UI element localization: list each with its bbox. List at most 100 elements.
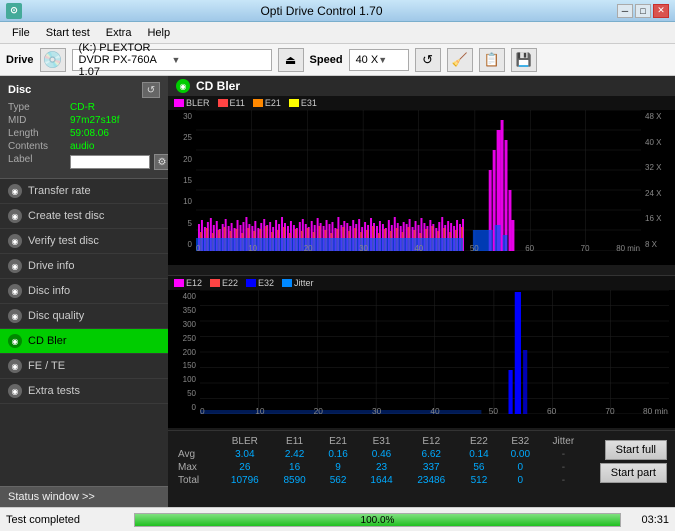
cdbler-title: CD Bler <box>196 79 240 93</box>
drivebar: Drive 💿 (K:) PLEXTOR DVDR PX-760A 1.07 ▼… <box>0 44 675 76</box>
legend-e22-label: E22 <box>222 278 238 288</box>
row-total-e11: 8590 <box>272 474 318 487</box>
legend-e21-label: E21 <box>265 98 281 108</box>
y-label-20: 20 <box>168 155 194 164</box>
y2-200: 200 <box>168 348 198 357</box>
svg-text:60: 60 <box>525 244 534 251</box>
verify-test-disc-icon: ◉ <box>8 234 22 248</box>
content-area: ◉ CD Bler BLER E11 E21 E <box>168 76 675 507</box>
sidebar-item-cd-bler-label: CD Bler <box>28 335 67 347</box>
status-window-button[interactable]: Status window >> <box>0 486 168 507</box>
row-avg-e31: 0.46 <box>359 448 405 461</box>
sidebar-item-extra-tests[interactable]: ◉ Extra tests <box>0 379 168 404</box>
row-total-e31: 1644 <box>359 474 405 487</box>
sidebar-item-cd-bler[interactable]: ◉ CD Bler <box>0 329 168 354</box>
row-max-bler: 26 <box>218 461 272 474</box>
sidebar-item-disc-quality[interactable]: ◉ Disc quality <box>0 304 168 329</box>
chart2-svg: 0 10 20 30 40 50 60 70 80 min <box>200 290 669 414</box>
disc-type-row: Type CD-R <box>8 102 160 113</box>
menu-help[interactable]: Help <box>139 25 178 41</box>
chart2-area: 0 50 100 150 200 250 300 350 400 <box>168 290 675 428</box>
disc-label-row: Label ⚙ <box>8 154 160 170</box>
sidebar-item-drive-info[interactable]: ◉ Drive info <box>0 254 168 279</box>
row-max-e22: 56 <box>458 461 499 474</box>
copy-button[interactable]: 📋 <box>479 48 505 72</box>
close-button[interactable]: ✕ <box>653 4 669 18</box>
yr-24x: 24 X <box>643 189 675 198</box>
y2-100: 100 <box>168 375 198 384</box>
speed-select[interactable]: 40 X ▼ <box>349 49 409 71</box>
sidebar-item-disc-info[interactable]: ◉ Disc info <box>0 279 168 304</box>
y2-0: 0 <box>168 403 198 412</box>
table-wrap: BLER E11 E21 E31 E12 E22 E32 Jitter Avg <box>168 431 592 491</box>
legend-bler-label: BLER <box>186 98 210 108</box>
row-avg-e11: 2.42 <box>272 448 318 461</box>
y-label-15: 15 <box>168 176 194 185</box>
row-avg-bler: 3.04 <box>218 448 272 461</box>
minimize-button[interactable]: ─ <box>617 4 633 18</box>
start-full-button[interactable]: Start full <box>605 440 667 460</box>
row-avg-e21: 0.16 <box>317 448 358 461</box>
drive-select[interactable]: (K:) PLEXTOR DVDR PX-760A 1.07 ▼ <box>72 49 272 71</box>
disc-contents-row: Contents audio <box>8 141 160 152</box>
drive-icon: 💿 <box>40 48 66 72</box>
disc-title: Disc <box>8 84 31 96</box>
chart1-y-labels-right: 8 X 16 X 24 X 32 X 40 X 48 X <box>643 110 675 251</box>
menu-extra[interactable]: Extra <box>98 25 140 41</box>
erase-button[interactable]: 🧹 <box>447 48 473 72</box>
col-header-e22: E22 <box>458 435 499 448</box>
row-avg-e32: 0.00 <box>500 448 541 461</box>
legend-e31-label: E31 <box>301 98 317 108</box>
speed-value: 40 X <box>356 54 379 66</box>
disc-mid-val: 97m27s18f <box>70 115 119 126</box>
row-total-e21: 562 <box>317 474 358 487</box>
sidebar-item-transfer-rate[interactable]: ◉ Transfer rate <box>0 179 168 204</box>
row-total-label: Total <box>174 474 218 487</box>
eject-button[interactable]: ⏏ <box>278 48 304 72</box>
legend-e32: E32 <box>246 278 274 288</box>
disc-contents-val: audio <box>70 141 94 152</box>
refresh-button[interactable]: ↺ <box>415 48 441 72</box>
sidebar-item-drive-info-label: Drive info <box>28 260 74 272</box>
window-controls: ─ □ ✕ <box>617 4 669 18</box>
svg-text:40: 40 <box>430 407 440 414</box>
row-avg-e22: 0.14 <box>458 448 499 461</box>
sidebar-item-verify-test-disc[interactable]: ◉ Verify test disc <box>0 229 168 254</box>
col-header-e12: E12 <box>404 435 458 448</box>
save-button[interactable]: 💾 <box>511 48 537 72</box>
legend-e12-label: E12 <box>186 278 202 288</box>
row-total-e12: 23486 <box>404 474 458 487</box>
start-part-button[interactable]: Start part <box>600 463 667 483</box>
disc-refresh-button[interactable]: ↺ <box>142 82 160 98</box>
svg-text:0: 0 <box>200 407 205 414</box>
drive-dropdown-arrow: ▼ <box>172 55 265 65</box>
legend-e22: E22 <box>210 278 238 288</box>
menu-start-test[interactable]: Start test <box>38 25 98 41</box>
row-total-bler: 10796 <box>218 474 272 487</box>
yr-48x: 48 X <box>643 112 675 121</box>
svg-text:50: 50 <box>489 407 499 414</box>
menu-file[interactable]: File <box>4 25 38 41</box>
fe-te-icon: ◉ <box>8 359 22 373</box>
create-test-disc-icon: ◉ <box>8 209 22 223</box>
drive-info-icon: ◉ <box>8 259 22 273</box>
yr-16x: 16 X <box>643 214 675 223</box>
legend-e11: E11 <box>218 98 245 108</box>
cdbler-icon: ◉ <box>176 79 190 93</box>
y-label-30: 30 <box>168 112 194 121</box>
col-header-e32: E32 <box>500 435 541 448</box>
legend-e21: E21 <box>253 98 281 108</box>
y2-50: 50 <box>168 389 198 398</box>
row-max-e32: 0 <box>500 461 541 474</box>
sidebar: Disc ↺ Type CD-R MID 97m27s18f Length 59… <box>0 76 168 507</box>
table-row-avg: Avg 3.04 2.42 0.16 0.46 6.62 0.14 0.00 - <box>174 448 586 461</box>
disc-mid-row: MID 97m27s18f <box>8 115 160 126</box>
label-input[interactable] <box>70 155 150 169</box>
maximize-button[interactable]: □ <box>635 4 651 18</box>
drive-select-value: (K:) PLEXTOR DVDR PX-760A 1.07 <box>79 42 172 78</box>
sidebar-item-create-test-disc[interactable]: ◉ Create test disc <box>0 204 168 229</box>
time-display: 03:31 <box>629 514 669 526</box>
row-max-jitter: - <box>541 461 586 474</box>
yr-8x: 8 X <box>643 240 675 249</box>
sidebar-item-fe-te[interactable]: ◉ FE / TE <box>0 354 168 379</box>
